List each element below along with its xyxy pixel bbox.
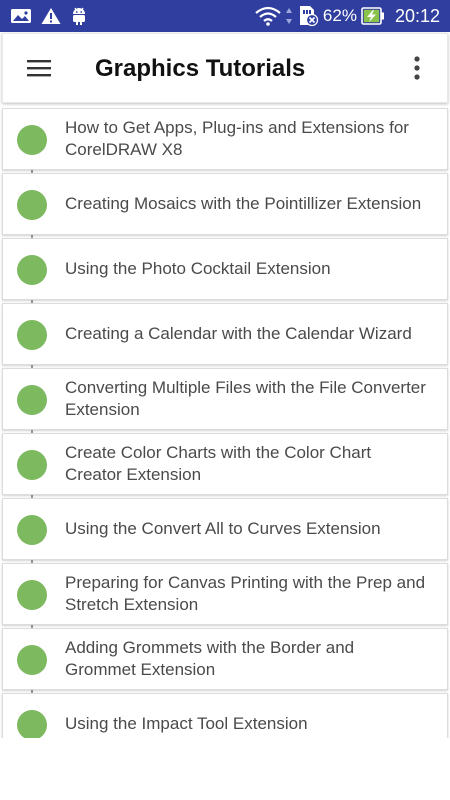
tutorial-title: How to Get Apps, Plug-ins and Extensions… [65,118,409,159]
system-status: 62% 20:12 [255,4,440,28]
sim-no-signal-icon [299,6,319,27]
hamburger-menu-icon [27,60,51,77]
tutorial-card[interactable]: Using the Impact Tool Extension [2,693,448,738]
timeline-dot-icon [17,385,47,415]
tutorial-card[interactable]: How to Get Apps, Plug-ins and Extensions… [2,108,448,170]
timeline-dot-icon [17,125,47,155]
page-title: Graphics Tutorials [95,55,306,82]
more-vert-icon [414,56,420,80]
tutorial-card[interactable]: Create Color Charts with the Color Chart… [2,433,448,495]
tutorial-card[interactable]: Converting Multiple Files with the File … [2,368,448,430]
timeline-dot-icon [17,580,47,610]
battery-percent: 62% [322,6,357,25]
tutorial-title: Preparing for Canvas Printing with the P… [65,573,426,614]
tutorial-title: Create Color Charts with the Color Chart… [65,443,372,484]
overflow-menu-button[interactable] [405,52,429,84]
tutorial-card[interactable]: Using the Photo Cocktail Extension [2,238,448,300]
tutorial-title: Creating a Calendar with the Calendar Wi… [65,324,412,343]
menu-button[interactable] [23,56,55,80]
tutorial-title: Creating Mosaics with the Pointillizer E… [65,194,422,213]
timeline-dot-icon [17,320,47,350]
timeline-dot-icon [17,190,47,220]
tutorial-title: Adding Grommets with the Border and Grom… [65,638,355,679]
timeline-dot-icon [17,515,47,545]
tutorial-card[interactable]: Preparing for Canvas Printing with the P… [2,563,448,625]
image-icon [11,9,31,23]
tutorial-card[interactable]: Using the Convert All to Curves Extensio… [2,498,448,560]
tutorial-card[interactable]: Creating Mosaics with the Pointillizer E… [2,173,448,235]
notification-icons [10,5,88,27]
timeline-dot-icon [17,255,47,285]
data-activity-icon [285,8,292,24]
tutorial-title: Using the Convert All to Curves Extensio… [65,519,381,538]
tutorial-title: Converting Multiple Files with the File … [65,378,426,419]
status-bar: 62% 20:12 [0,0,450,32]
tutorial-title: Using the Impact Tool Extension [65,714,308,733]
timeline-dot-icon [17,710,47,738]
tutorial-list[interactable]: How to Get Apps, Plug-ins and Extensions… [0,108,450,738]
android-icon [73,7,85,25]
tutorial-card[interactable]: Adding Grommets with the Border and Grom… [2,628,448,690]
app-bar: Graphics Tutorials [2,33,448,103]
clock: 20:12 [394,6,440,26]
battery-charging-icon [361,7,384,25]
warning-icon [41,8,61,24]
timeline-dot-icon [17,450,47,480]
timeline-dot-icon [17,645,47,675]
tutorial-title: Using the Photo Cocktail Extension [65,259,331,278]
tutorial-card[interactable]: Creating a Calendar with the Calendar Wi… [2,303,448,365]
wifi-icon [255,6,281,26]
